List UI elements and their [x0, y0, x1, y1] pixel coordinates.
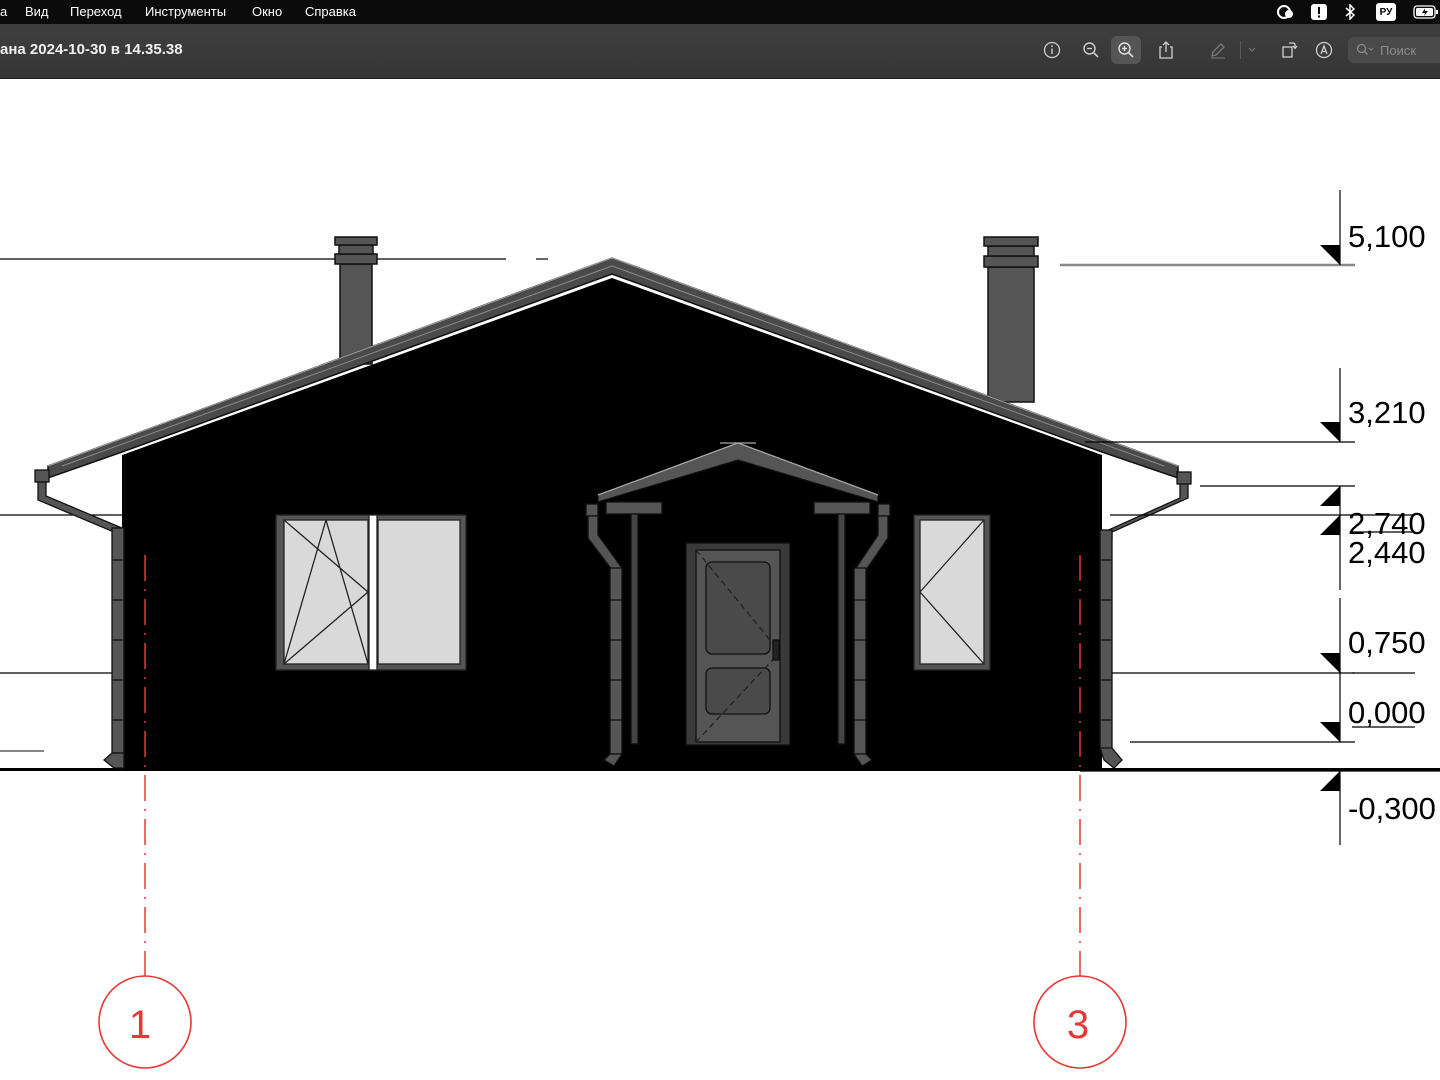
- elevation-label-5100: 5,100: [1348, 219, 1426, 254]
- bluetooth-icon[interactable]: [1343, 3, 1357, 21]
- menu-window[interactable]: Окно: [252, 4, 282, 19]
- elevation-label-minus0300: -0,300: [1348, 791, 1436, 826]
- window-right: [913, 514, 991, 671]
- search-icon: [1356, 43, 1374, 55]
- info-icon[interactable]: [1037, 36, 1067, 64]
- search-placeholder: Поиск: [1380, 42, 1417, 58]
- menu-tools[interactable]: Инструменты: [145, 4, 226, 19]
- creative-cloud-icon[interactable]: [1275, 3, 1297, 21]
- gutter-right: [1099, 471, 1192, 769]
- menu-app[interactable]: а: [0, 4, 7, 19]
- grid-axis-label-1: 1: [129, 1003, 151, 1047]
- chimney-left: [334, 236, 378, 365]
- annotate-icon[interactable]: [1309, 36, 1339, 64]
- document-title[interactable]: ана 2024-10-30 в 14.35.38: [0, 41, 183, 58]
- zoom-in-icon[interactable]: [1111, 36, 1141, 64]
- exclamation-icon[interactable]: [1310, 3, 1328, 21]
- rotate-icon[interactable]: [1274, 36, 1304, 64]
- menu-help[interactable]: Справка: [305, 4, 356, 19]
- menu-view[interactable]: Вид: [25, 4, 49, 19]
- share-icon[interactable]: [1151, 36, 1181, 64]
- menu-bar: а Вид Переход Инструменты Окно Справка Р…: [0, 0, 1440, 24]
- entrance-door: [685, 542, 791, 746]
- zoom-out-icon[interactable]: [1076, 36, 1106, 64]
- elevation-label-0000: 0,000: [1348, 695, 1426, 730]
- battery-icon[interactable]: [1412, 3, 1440, 21]
- window-left: [275, 514, 467, 671]
- elevation-label-0750: 0,750: [1348, 625, 1426, 660]
- menu-go[interactable]: Переход: [70, 4, 122, 19]
- grid-axis-label-3: 3: [1067, 1003, 1089, 1047]
- elevation-label-3210: 3,210: [1348, 395, 1426, 430]
- elevation-markers: [1320, 245, 1340, 791]
- chevron-down-icon[interactable]: [1238, 36, 1266, 64]
- markup-pen-icon[interactable]: [1203, 36, 1233, 64]
- chimney-right: [983, 236, 1039, 403]
- search-field[interactable]: Поиск: [1348, 37, 1440, 63]
- facade-drawing[interactable]: 1 3 5,100 3,210 2,740 2,440 0,750 0,000: [0, 79, 1440, 1080]
- keyboard-layout-icon[interactable]: РУ: [1376, 3, 1396, 21]
- elevation-label-2440: 2,440: [1348, 535, 1426, 570]
- window-toolbar: ана 2024-10-30 в 14.35.38 Поиск: [0, 24, 1440, 79]
